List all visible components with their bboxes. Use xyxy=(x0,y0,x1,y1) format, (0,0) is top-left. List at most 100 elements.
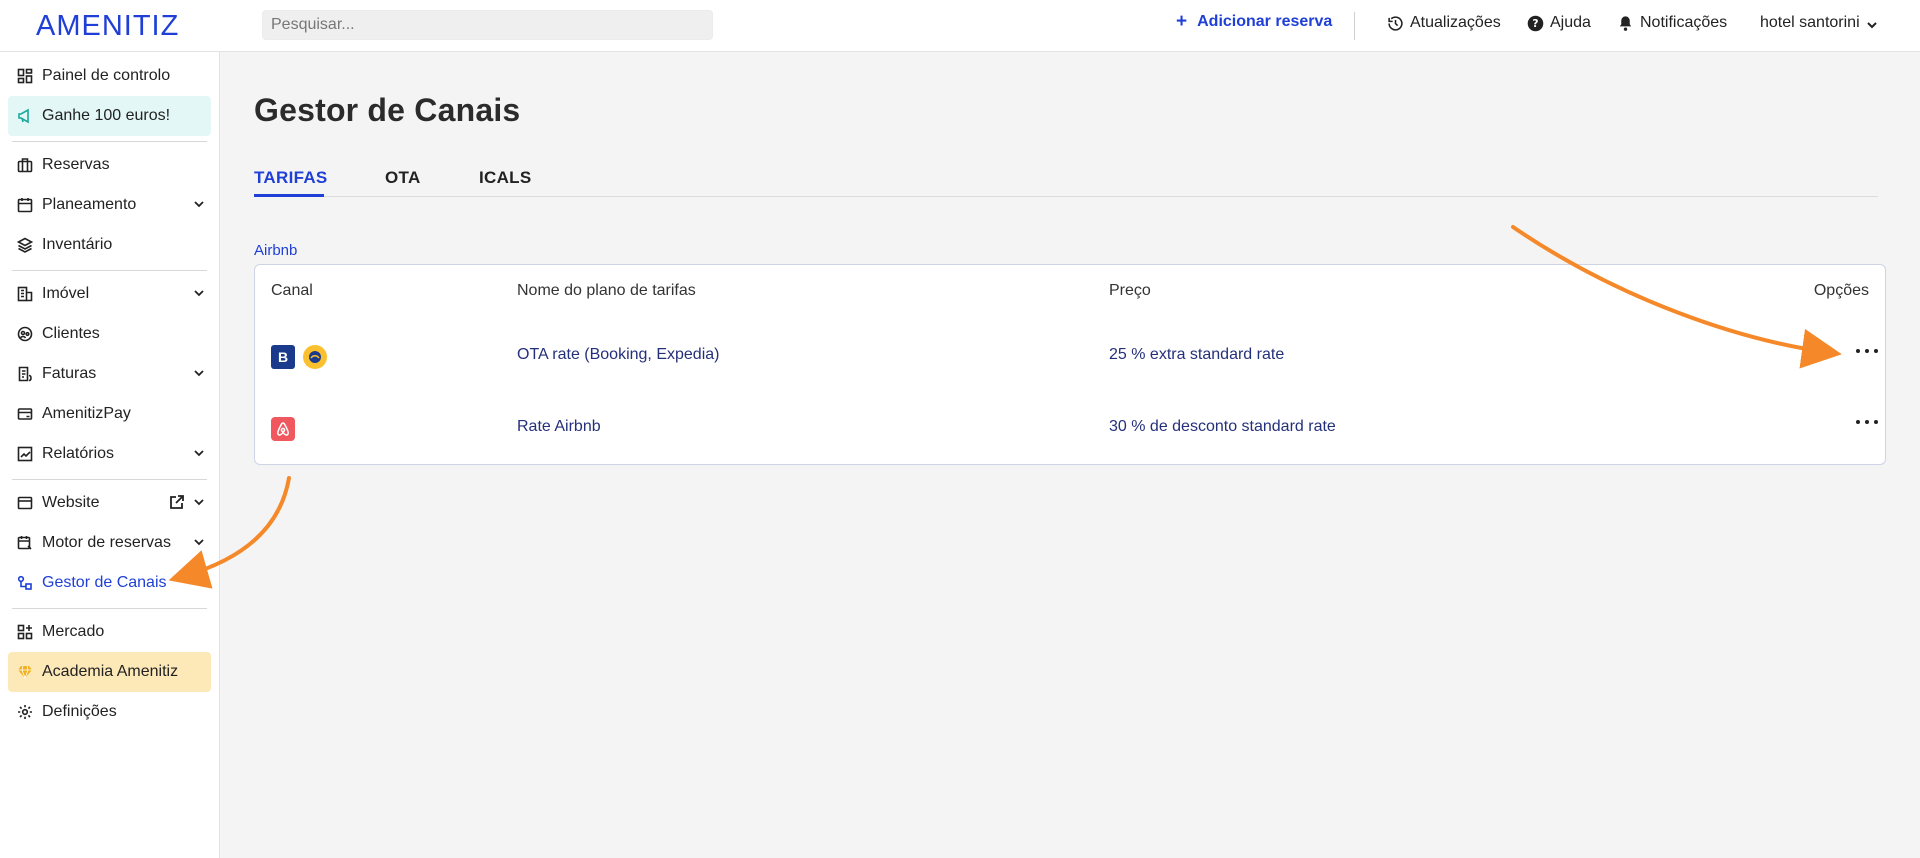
browser-icon xyxy=(14,492,36,514)
suitcase-icon xyxy=(14,154,36,176)
search-input[interactable] xyxy=(262,10,713,40)
chevron-down-icon xyxy=(194,201,204,208)
hotel-name: hotel santorini xyxy=(1760,14,1860,31)
rate-plans-table: Canal Nome do plano de tarifas Preço Opç… xyxy=(254,264,1886,465)
chevron-down-icon xyxy=(194,450,204,457)
airbnb-logo-icon xyxy=(271,417,295,441)
sidebar-divider xyxy=(12,141,207,142)
sidebar-divider xyxy=(12,479,207,480)
sidebar-item-market[interactable]: Mercado xyxy=(8,612,211,652)
chevron-down-icon xyxy=(1866,21,1877,28)
chevron-down-icon xyxy=(194,499,204,506)
column-header-options: Opções xyxy=(1813,282,1869,299)
more-options-icon[interactable] xyxy=(1856,415,1878,429)
expedia-logo-icon xyxy=(303,345,327,369)
plus-icon: + xyxy=(1176,11,1188,32)
megaphone-icon xyxy=(14,105,36,127)
booking-logo-icon: B xyxy=(271,345,295,369)
sidebar-item-settings[interactable]: Definições xyxy=(8,692,211,732)
updates-button[interactable]: Atualizações xyxy=(1387,14,1501,32)
tab-tarifas[interactable]: TARIFAS xyxy=(254,168,328,188)
header-divider xyxy=(1354,12,1355,40)
sidebar-item-label: Relatórios xyxy=(42,445,115,462)
bell-icon xyxy=(1619,15,1632,31)
clients-icon xyxy=(14,323,36,345)
market-icon xyxy=(14,621,36,643)
add-reservation-label: Adicionar reserva xyxy=(1197,13,1333,30)
more-options-icon[interactable] xyxy=(1856,344,1878,358)
active-tab-indicator xyxy=(254,194,324,197)
hotel-selector[interactable]: hotel santorini xyxy=(1760,14,1878,32)
rate-plan-price: 30 % de desconto standard rate xyxy=(1109,418,1336,435)
calendar-icon xyxy=(14,194,36,216)
tab-ota[interactable]: OTA xyxy=(385,168,421,188)
page-title: Gestor de Canais xyxy=(254,92,521,128)
chevron-down-icon xyxy=(194,370,204,377)
sidebar-divider xyxy=(12,608,207,609)
booking-logo-letter: B xyxy=(277,349,289,365)
chevron-down-icon xyxy=(194,290,204,297)
notifications-button[interactable]: Notificações xyxy=(1617,14,1727,32)
svg-text:?: ? xyxy=(1532,17,1538,30)
sidebar-item-reservations[interactable]: Reservas xyxy=(8,145,211,185)
rate-plan-name[interactable]: Rate Airbnb xyxy=(517,418,601,436)
section-label-airbnb[interactable]: Airbnb xyxy=(254,242,297,259)
notifications-label: Notificações xyxy=(1640,14,1728,31)
sidebar: Painel de controlo Ganhe 100 euros! Rese… xyxy=(0,52,220,858)
column-header-channel: Canal xyxy=(271,282,313,299)
card-icon xyxy=(14,403,36,425)
sidebar-item-label: Imóvel xyxy=(42,285,90,302)
rate-plan-name[interactable]: OTA rate (Booking, Expedia) xyxy=(517,346,719,364)
history-icon xyxy=(1388,15,1403,31)
sidebar-item-website[interactable]: Website xyxy=(8,483,211,523)
chart-icon xyxy=(14,443,36,465)
external-link-icon[interactable] xyxy=(169,494,185,510)
layers-icon xyxy=(14,234,36,256)
sidebar-item-label: Painel de controlo xyxy=(42,67,171,84)
sidebar-item-referral[interactable]: Ganhe 100 euros! xyxy=(8,96,211,136)
sidebar-item-amenitizpay[interactable]: AmenitizPay xyxy=(8,394,211,434)
column-header-price: Preço xyxy=(1109,282,1151,299)
help-icon: ? xyxy=(1527,15,1544,31)
sidebar-item-label: Clientes xyxy=(42,325,100,342)
top-bar: AMENITIZ + Adicionar reserva Atualizaçõe… xyxy=(0,0,1920,52)
help-button[interactable]: ? Ajuda xyxy=(1527,14,1591,32)
sidebar-item-label: Inventário xyxy=(42,236,113,253)
sidebar-item-clients[interactable]: Clientes xyxy=(8,314,211,354)
rate-plan-price: 25 % extra standard rate xyxy=(1109,346,1285,363)
sidebar-item-label: Reservas xyxy=(42,156,110,173)
sidebar-item-inventory[interactable]: Inventário xyxy=(8,225,211,265)
sidebar-item-property[interactable]: Imóvel xyxy=(8,274,211,314)
column-header-plan-name: Nome do plano de tarifas xyxy=(517,282,696,299)
sidebar-item-planning[interactable]: Planeamento xyxy=(8,185,211,225)
channels-icon xyxy=(14,572,36,594)
diamond-icon xyxy=(14,661,36,683)
sidebar-item-reports[interactable]: Relatórios xyxy=(8,434,211,474)
sidebar-item-invoices[interactable]: Faturas xyxy=(8,354,211,394)
sidebar-item-label: Faturas xyxy=(42,365,97,382)
help-label: Ajuda xyxy=(1550,14,1591,31)
sidebar-item-label: Definições xyxy=(42,703,117,720)
sidebar-item-channel-manager[interactable]: Gestor de Canais xyxy=(8,563,211,603)
sidebar-item-label: Ganhe 100 euros! xyxy=(42,107,171,124)
tab-bar: TARIFAS OTA ICALS xyxy=(254,164,1878,197)
gear-icon xyxy=(14,701,36,723)
chevron-down-icon xyxy=(194,539,204,546)
dashboard-icon xyxy=(14,65,36,87)
amenitiz-logo[interactable]: AMENITIZ xyxy=(36,10,179,43)
sidebar-item-dashboard[interactable]: Painel de controlo xyxy=(8,56,211,96)
sidebar-item-label: Planeamento xyxy=(42,196,137,213)
booking-engine-icon xyxy=(14,532,36,554)
sidebar-item-booking-engine[interactable]: Motor de reservas xyxy=(8,523,211,563)
sidebar-item-label: Mercado xyxy=(42,623,105,640)
sidebar-item-label: Motor de reservas xyxy=(42,534,171,551)
sidebar-item-label: Gestor de Canais xyxy=(42,574,167,591)
sidebar-item-label: AmenitizPay xyxy=(42,405,131,422)
invoice-icon xyxy=(14,363,36,385)
sidebar-item-label: Website xyxy=(42,494,100,511)
tab-icals[interactable]: ICALS xyxy=(479,168,532,188)
building-icon xyxy=(14,283,36,305)
sidebar-item-academy[interactable]: Academia Amenitiz xyxy=(8,652,211,692)
add-reservation-button[interactable]: + Adicionar reserva xyxy=(1176,11,1333,32)
sidebar-item-label: Academia Amenitiz xyxy=(42,663,179,680)
